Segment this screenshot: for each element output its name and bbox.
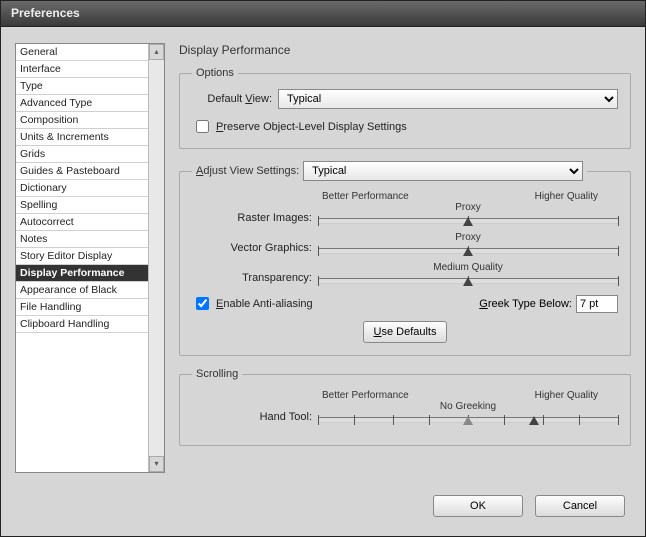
main-panel: Display Performance Options Default View… bbox=[179, 43, 631, 477]
slider-row: Vector Graphics: Proxy bbox=[192, 234, 618, 254]
dialog-footer: OK Cancel bbox=[1, 487, 645, 529]
sidebar-item[interactable]: Advanced Type bbox=[16, 95, 164, 112]
hand-tool-caption: No Greeking bbox=[318, 401, 618, 412]
sidebar-item[interactable]: Composition bbox=[16, 112, 164, 129]
sidebar-item[interactable]: Grids bbox=[16, 146, 164, 163]
slider[interactable]: Medium Quality bbox=[318, 264, 618, 284]
sidebar-item[interactable]: Units & Increments bbox=[16, 129, 164, 146]
slider-caption: Medium Quality bbox=[318, 262, 618, 273]
slider[interactable]: Proxy bbox=[318, 234, 618, 254]
sidebar-item[interactable]: Story Editor Display bbox=[16, 248, 164, 265]
slider-caption: Proxy bbox=[318, 202, 618, 213]
sidebar-item[interactable]: Notes bbox=[16, 231, 164, 248]
scrolling-legend: Scrolling bbox=[192, 368, 242, 380]
dialog-title: Preferences bbox=[11, 6, 80, 20]
options-group: Options Default View: Typical Preserve O… bbox=[179, 67, 631, 149]
cancel-button[interactable]: Cancel bbox=[535, 495, 625, 517]
adjust-legend-text: Adjust View Settings: bbox=[196, 165, 299, 177]
sidebar-item[interactable]: Interface bbox=[16, 61, 164, 78]
adjust-view-legend: Adjust View Settings: Typical bbox=[192, 161, 587, 181]
sidebar-item[interactable]: Display Performance bbox=[16, 265, 164, 282]
preserve-checkbox-row[interactable]: Preserve Object-Level Display Settings bbox=[192, 117, 618, 136]
axis-right: Higher Quality bbox=[535, 191, 598, 202]
scrolling-group: Scrolling Better Performance Higher Qual… bbox=[179, 368, 631, 446]
sidebar-item[interactable]: General bbox=[16, 44, 164, 61]
slider-label: Vector Graphics: bbox=[192, 242, 312, 254]
scroll-axis-left: Better Performance bbox=[322, 390, 409, 401]
sidebar-item[interactable]: Dictionary bbox=[16, 180, 164, 197]
hand-tool-row: Hand Tool: No Greeking bbox=[192, 403, 618, 423]
default-view-label: Default View: bbox=[192, 93, 272, 105]
slider-label: Raster Images: bbox=[192, 212, 312, 224]
panel-title: Display Performance bbox=[179, 43, 631, 57]
greek-label: Greek Type Below: bbox=[479, 298, 572, 310]
scroll-down-icon[interactable]: ▾ bbox=[149, 456, 164, 472]
sidebar-item[interactable]: Spelling bbox=[16, 197, 164, 214]
default-view-select[interactable]: Typical bbox=[278, 89, 618, 109]
greek-input[interactable] bbox=[576, 295, 618, 313]
axis-left: Better Performance bbox=[322, 191, 409, 202]
slider-caption: Proxy bbox=[318, 232, 618, 243]
adjust-view-group: Adjust View Settings: Typical Better Per… bbox=[179, 161, 631, 356]
sidebar-item[interactable]: Guides & Pasteboard bbox=[16, 163, 164, 180]
antialias-label: Enable Anti-aliasing bbox=[216, 298, 313, 310]
sidebar-item[interactable]: Clipboard Handling bbox=[16, 316, 164, 333]
slider-row: Transparency: Medium Quality bbox=[192, 264, 618, 284]
use-defaults-button[interactable]: Use Defaults bbox=[363, 321, 448, 343]
preserve-checkbox[interactable] bbox=[196, 120, 209, 133]
preserve-label: Preserve Object-Level Display Settings bbox=[216, 121, 407, 133]
antialias-row[interactable]: Enable Anti-aliasing bbox=[192, 294, 313, 313]
antialias-checkbox[interactable] bbox=[196, 297, 209, 310]
titlebar[interactable]: Preferences bbox=[1, 1, 645, 27]
ok-button[interactable]: OK bbox=[433, 495, 523, 517]
slider[interactable]: Proxy bbox=[318, 204, 618, 224]
scroll-axis-right: Higher Quality bbox=[535, 390, 598, 401]
adjust-view-select[interactable]: Typical bbox=[303, 161, 583, 181]
sidebar-scrollbar[interactable]: ▴ ▾ bbox=[148, 44, 164, 472]
dialog-body: GeneralInterfaceTypeAdvanced TypeComposi… bbox=[1, 27, 645, 487]
preferences-dialog: Preferences GeneralInterfaceTypeAdvanced… bbox=[0, 0, 646, 537]
slider-row: Raster Images: Proxy bbox=[192, 204, 618, 224]
sidebar-item[interactable]: File Handling bbox=[16, 299, 164, 316]
hand-tool-label: Hand Tool: bbox=[192, 411, 312, 423]
slider-label: Transparency: bbox=[192, 272, 312, 284]
category-list[interactable]: GeneralInterfaceTypeAdvanced TypeComposi… bbox=[16, 44, 164, 472]
hand-tool-slider[interactable]: No Greeking bbox=[318, 403, 618, 423]
sidebar-item[interactable]: Autocorrect bbox=[16, 214, 164, 231]
scroll-up-icon[interactable]: ▴ bbox=[149, 44, 164, 60]
category-sidebar: GeneralInterfaceTypeAdvanced TypeComposi… bbox=[15, 43, 165, 473]
options-legend: Options bbox=[192, 67, 238, 79]
sidebar-item[interactable]: Appearance of Black bbox=[16, 282, 164, 299]
sidebar-item[interactable]: Type bbox=[16, 78, 164, 95]
